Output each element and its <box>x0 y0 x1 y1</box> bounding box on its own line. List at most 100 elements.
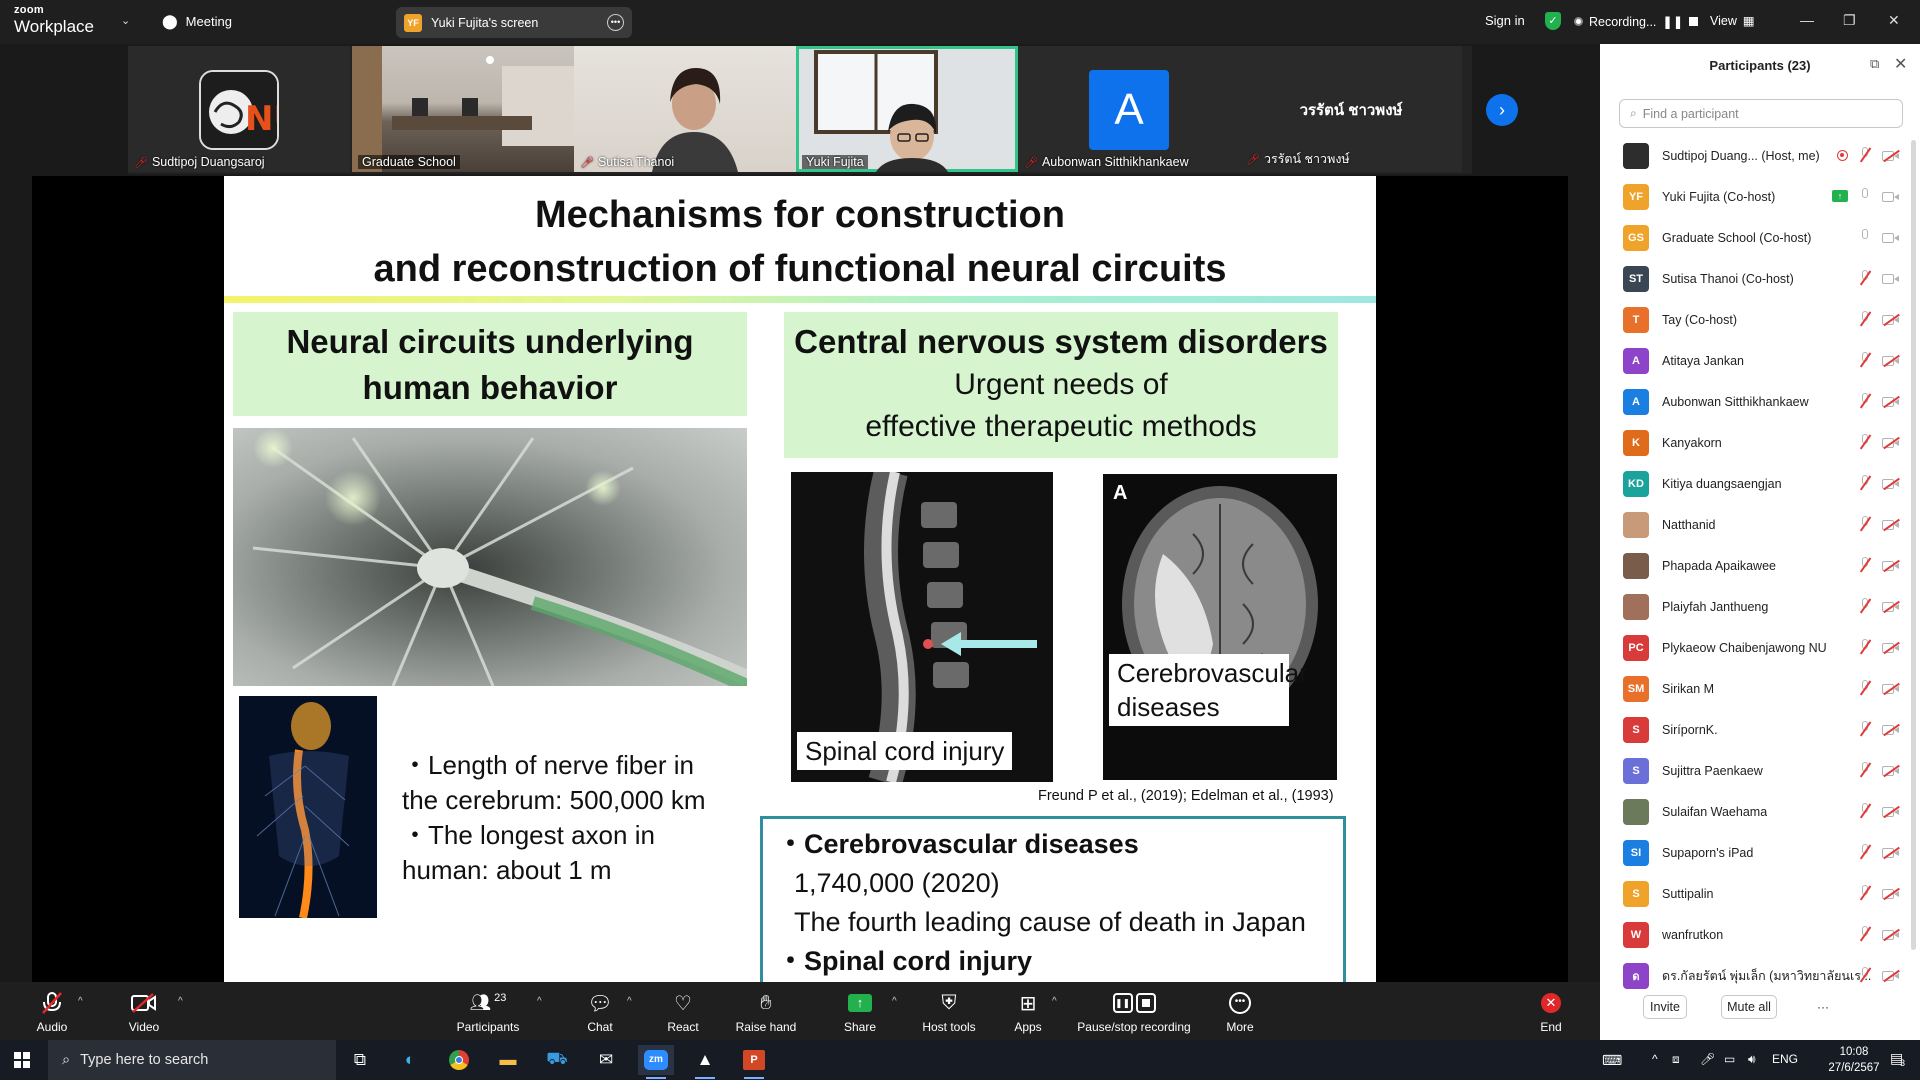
video-off-icon[interactable] <box>1882 313 1900 326</box>
mic-muted-icon[interactable] <box>1858 885 1872 901</box>
file-explorer-icon[interactable]: ▬ <box>490 1045 526 1075</box>
store-icon[interactable]: ⛟ <box>539 1045 575 1075</box>
participant-row[interactable]: A Atitaya Jankan <box>1600 340 1920 381</box>
raise-hand-button[interactable]: ✋︎ Raise hand <box>733 982 799 1040</box>
chevron-down-icon[interactable]: ⌄ <box>121 14 130 27</box>
share-button[interactable]: ↑ Share <box>840 982 880 1040</box>
close-icon[interactable]: ✕ <box>1888 12 1900 29</box>
video-button[interactable]: Video <box>122 982 166 1040</box>
mic-muted-icon[interactable] <box>1858 270 1872 286</box>
video-off-icon[interactable] <box>1882 887 1900 900</box>
chat-options-caret-icon[interactable]: ^ <box>627 996 632 1007</box>
participant-row[interactable]: Wwanfrutkon <box>1600 914 1920 955</box>
audio-button[interactable]: Audio <box>30 982 74 1040</box>
windows-start-icon[interactable] <box>14 1052 30 1068</box>
video-icon[interactable] <box>1882 190 1900 203</box>
end-meeting-button[interactable]: ✕ End <box>1536 982 1566 1040</box>
host-tools-button[interactable]: ⛨ Host tools <box>919 982 979 1040</box>
pause-icon[interactable]: ❚❚ <box>1662 14 1683 29</box>
participant-row[interactable]: A Aubonwan Sitthikhankaew <box>1600 381 1920 422</box>
video-tile-sutisa[interactable]: 🎤︎ Sutisa Thanoi <box>574 46 796 172</box>
popout-icon[interactable]: ⧉ <box>1870 56 1879 72</box>
pause-stop-recording-button[interactable]: ❚❚ Pause/stop recording <box>1076 982 1192 1040</box>
video-off-icon[interactable] <box>1882 518 1900 531</box>
next-page-arrow-icon[interactable]: › <box>1486 94 1518 126</box>
mic-muted-icon[interactable] <box>1858 352 1872 368</box>
participant-row[interactable]: S SirípornK. <box>1600 709 1920 750</box>
mic-muted-icon[interactable] <box>1858 639 1872 655</box>
participant-row[interactable]: S Sujittra Paenkaew <box>1600 750 1920 791</box>
sign-in-link[interactable]: Sign in <box>1485 13 1525 28</box>
video-options-caret-icon[interactable]: ^ <box>178 996 183 1007</box>
language-indicator[interactable]: ENG <box>1772 1052 1798 1066</box>
mute-all-button[interactable]: Mute all <box>1721 995 1777 1019</box>
participant-row[interactable]: YF Yuki Fujita (Co-host) ↑ <box>1600 176 1920 217</box>
participant-row[interactable]: Natthanid <box>1600 504 1920 545</box>
photos-icon[interactable]: ▲ <box>687 1045 723 1079</box>
participant-row[interactable]: Sudtipoj Duang... (Host, me) <box>1600 135 1920 176</box>
more-options-button[interactable]: ··· <box>1812 995 1834 1019</box>
network-usb-icon[interactable]: ⧈ <box>1672 1052 1680 1067</box>
shared-screen-pill[interactable]: YF Yuki Fujita's screen ••• <box>396 7 632 38</box>
participant-row[interactable]: ด ดร.กัลยรัตน์ พุ่มเล็ก (มหาวิทยาลัยนเร..… <box>1600 955 1920 996</box>
chrome-icon[interactable] <box>441 1045 477 1075</box>
video-off-icon[interactable] <box>1882 600 1900 613</box>
apps-button[interactable]: ⊞ Apps <box>1012 982 1044 1040</box>
more-options-icon[interactable]: ••• <box>607 14 624 31</box>
zoom-logo[interactable]: zoom Workplace <box>14 5 94 36</box>
participants-options-caret-icon[interactable]: ^ <box>537 996 542 1007</box>
video-off-icon[interactable] <box>1882 436 1900 449</box>
microphone-icon[interactable]: 🎤︎ <box>1700 1052 1715 1066</box>
mic-icon[interactable] <box>1858 188 1872 204</box>
participant-row[interactable]: SI Supaporn's iPad <box>1600 832 1920 873</box>
video-tile-worarat[interactable]: วรรัตน์ ชาวพงษ์ 🎤︎ วรรัตน์ ชาวพงษ์ <box>1240 46 1462 172</box>
view-button[interactable]: View ▦ <box>1710 13 1755 29</box>
mic-muted-icon[interactable] <box>1858 475 1872 491</box>
participant-row[interactable]: ST Sutisa Thanoi (Co-host) <box>1600 258 1920 299</box>
video-icon[interactable] <box>1882 231 1900 244</box>
video-tile-yuki-active-speaker[interactable]: Yuki Fujita <box>796 46 1018 172</box>
mic-icon[interactable] <box>1858 229 1872 245</box>
video-tile-graduate-school[interactable]: Graduate School <box>352 46 574 172</box>
stop-icon[interactable] <box>1689 17 1699 26</box>
video-off-icon[interactable] <box>1882 723 1900 736</box>
mic-muted-icon[interactable] <box>1858 803 1872 819</box>
share-options-caret-icon[interactable]: ^ <box>892 996 897 1007</box>
video-icon[interactable] <box>1882 272 1900 285</box>
participant-list-scrollbar[interactable] <box>1911 140 1916 950</box>
react-button[interactable]: ♡ React <box>663 982 703 1040</box>
show-hidden-icons-icon[interactable]: ^ <box>1652 1052 1658 1066</box>
taskbar-search-input[interactable]: ⌕ Type here to search <box>48 1040 336 1080</box>
powerpoint-icon[interactable]: P <box>736 1045 772 1079</box>
participant-row[interactable]: S Suttipalin <box>1600 873 1920 914</box>
mic-muted-icon[interactable] <box>1858 844 1872 860</box>
invite-button[interactable]: Invite <box>1643 995 1687 1019</box>
video-off-icon[interactable] <box>1882 928 1900 941</box>
recording-indicator[interactable]: Recording... ❚❚ <box>1574 14 1699 29</box>
close-panel-icon[interactable]: ✕ <box>1894 54 1907 74</box>
mic-muted-icon[interactable] <box>1858 557 1872 573</box>
chat-button[interactable]: 💬︎ Chat <box>582 982 618 1040</box>
video-off-icon[interactable] <box>1882 641 1900 654</box>
participant-row[interactable]: Phapada Apaikawee <box>1600 545 1920 586</box>
participant-row[interactable]: SM Sirikan M <box>1600 668 1920 709</box>
keyboard-icon[interactable]: ⌨ <box>1602 1052 1622 1069</box>
mic-muted-icon[interactable] <box>1858 721 1872 737</box>
video-off-icon[interactable] <box>1882 477 1900 490</box>
video-tile-sudtipoj[interactable]: NU 🎤︎ Sudtipoj Duangsaroj <box>128 46 350 172</box>
notifications-icon[interactable]: ▤ 3 <box>1890 1050 1905 1068</box>
video-off-icon[interactable] <box>1882 354 1900 367</box>
volume-icon[interactable]: 🔊︎ <box>1748 1052 1756 1067</box>
mic-muted-icon[interactable] <box>1858 762 1872 778</box>
mic-muted-icon[interactable] <box>1858 147 1872 163</box>
zoom-taskbar-icon[interactable]: zm <box>638 1045 674 1079</box>
participant-row[interactable]: PC Plykaeow Chaibenjawong NU <box>1600 627 1920 668</box>
video-off-icon[interactable] <box>1882 559 1900 572</box>
participant-row[interactable]: Sulaifan Waehama <box>1600 791 1920 832</box>
mail-icon[interactable]: ✉ <box>588 1045 624 1075</box>
apps-options-caret-icon[interactable]: ^ <box>1052 996 1057 1007</box>
task-view-icon[interactable]: ⧉ <box>342 1045 378 1075</box>
video-off-icon[interactable] <box>1882 764 1900 777</box>
participant-row[interactable]: K Kanyakorn <box>1600 422 1920 463</box>
more-button[interactable]: ••• More <box>1224 982 1256 1040</box>
